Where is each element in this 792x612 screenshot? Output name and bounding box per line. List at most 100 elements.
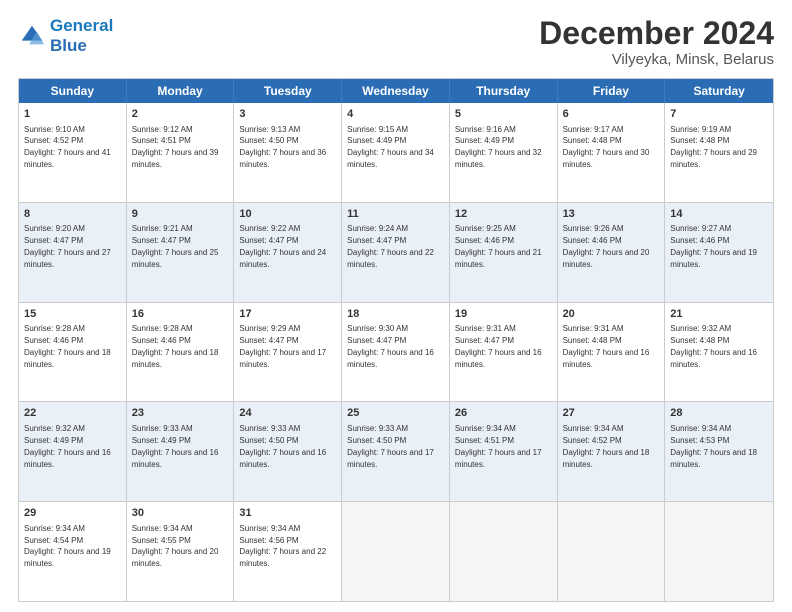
day-number: 12 bbox=[455, 207, 552, 222]
day-cell-3: 3Sunrise: 9:13 AMSunset: 4:50 PMDaylight… bbox=[234, 103, 342, 202]
day-cell-29: 29Sunrise: 9:34 AMSunset: 4:54 PMDayligh… bbox=[19, 502, 127, 601]
day-number: 27 bbox=[563, 406, 660, 421]
col-sunday: Sunday bbox=[19, 79, 127, 103]
day-info: Sunrise: 9:27 AMSunset: 4:46 PMDaylight:… bbox=[670, 224, 757, 269]
day-number: 25 bbox=[347, 406, 444, 421]
day-cell-6: 6 Sunrise: 9:17 AMSunset: 4:48 PMDaylight… bbox=[558, 103, 666, 202]
day-number: 6 bbox=[563, 107, 660, 122]
day-info: Sunrise: 9:32 AMSunset: 4:48 PMDaylight:… bbox=[670, 324, 757, 369]
day-number: 22 bbox=[24, 406, 121, 421]
day-cell-11: 11 Sunrise: 9:24 AMSunset: 4:47 PMDayligh… bbox=[342, 203, 450, 302]
col-friday: Friday bbox=[558, 79, 666, 103]
col-monday: Monday bbox=[127, 79, 235, 103]
day-number: 1 bbox=[24, 107, 121, 122]
day-number: 20 bbox=[563, 307, 660, 322]
day-info: Sunrise: 9:31 AMSunset: 4:47 PMDaylight:… bbox=[455, 324, 542, 369]
day-cell-14: 14 Sunrise: 9:27 AMSunset: 4:46 PMDayligh… bbox=[665, 203, 773, 302]
day-number: 19 bbox=[455, 307, 552, 322]
day-info: Sunrise: 9:34 AMSunset: 4:55 PMDaylight:… bbox=[132, 524, 219, 569]
day-info: Sunrise: 9:34 AMSunset: 4:52 PMDaylight:… bbox=[563, 424, 650, 469]
day-cell-2: 2 Sunrise: 9:12 AMSunset: 4:51 PMDaylight… bbox=[127, 103, 235, 202]
calendar-week-3: 15Sunrise: 9:28 AMSunset: 4:46 PMDayligh… bbox=[19, 303, 773, 403]
day-info: Sunrise: 9:30 AMSunset: 4:47 PMDaylight:… bbox=[347, 324, 434, 369]
day-number: 16 bbox=[132, 307, 229, 322]
col-wednesday: Wednesday bbox=[342, 79, 450, 103]
day-info: Sunrise: 9:20 AMSunset: 4:47 PMDaylight:… bbox=[24, 224, 111, 269]
day-number: 5 bbox=[455, 107, 552, 122]
calendar: Sunday Monday Tuesday Wednesday Thursday… bbox=[18, 78, 774, 602]
day-info: Sunrise: 9:24 AMSunset: 4:47 PMDaylight:… bbox=[347, 224, 434, 269]
day-number: 13 bbox=[563, 207, 660, 222]
page: General Blue December 2024 Vilyeyka, Min… bbox=[0, 0, 792, 612]
day-info: Sunrise: 9:22 AMSunset: 4:47 PMDaylight:… bbox=[239, 224, 326, 269]
day-info: Sunrise: 9:21 AMSunset: 4:47 PMDaylight:… bbox=[132, 224, 219, 269]
logo-icon bbox=[18, 22, 46, 50]
empty-cell bbox=[450, 502, 558, 601]
day-cell-8: 8 Sunrise: 9:20 AMSunset: 4:47 PMDaylight… bbox=[19, 203, 127, 302]
day-number: 2 bbox=[132, 107, 229, 122]
day-cell-12: 12 Sunrise: 9:25 AMSunset: 4:46 PMDayligh… bbox=[450, 203, 558, 302]
day-cell-10: 10 Sunrise: 9:22 AMSunset: 4:47 PMDayligh… bbox=[234, 203, 342, 302]
empty-cell bbox=[342, 502, 450, 601]
day-info: Sunrise: 9:31 AMSunset: 4:48 PMDaylight:… bbox=[563, 324, 650, 369]
day-number: 8 bbox=[24, 207, 121, 222]
day-info: Sunrise: 9:33 AMSunset: 4:50 PMDaylight:… bbox=[239, 424, 326, 469]
day-cell-13: 13Sunrise: 9:26 AMSunset: 4:46 PMDayligh… bbox=[558, 203, 666, 302]
day-number: 11 bbox=[347, 207, 444, 222]
day-info: Sunrise: 9:16 AMSunset: 4:49 PMDaylight:… bbox=[455, 125, 542, 170]
day-info: Sunrise: 9:32 AMSunset: 4:49 PMDaylight:… bbox=[24, 424, 111, 469]
day-number: 18 bbox=[347, 307, 444, 322]
day-number: 10 bbox=[239, 207, 336, 222]
day-info: Sunrise: 9:10 AMSunset: 4:52 PMDaylight:… bbox=[24, 125, 111, 170]
day-number: 3 bbox=[239, 107, 336, 122]
day-cell-17: 17Sunrise: 9:29 AMSunset: 4:47 PMDayligh… bbox=[234, 303, 342, 402]
day-number: 4 bbox=[347, 107, 444, 122]
day-cell-15: 15Sunrise: 9:28 AMSunset: 4:46 PMDayligh… bbox=[19, 303, 127, 402]
day-number: 23 bbox=[132, 406, 229, 421]
day-cell-1: 1 Sunrise: 9:10 AMSunset: 4:52 PMDaylight… bbox=[19, 103, 127, 202]
day-cell-4: 4 Sunrise: 9:15 AMSunset: 4:49 PMDaylight… bbox=[342, 103, 450, 202]
day-info: Sunrise: 9:34 AMSunset: 4:53 PMDaylight:… bbox=[670, 424, 757, 469]
day-info: Sunrise: 9:29 AMSunset: 4:47 PMDaylight:… bbox=[239, 324, 326, 369]
col-saturday: Saturday bbox=[665, 79, 773, 103]
day-cell-27: 27 Sunrise: 9:34 AMSunset: 4:52 PMDayligh… bbox=[558, 402, 666, 501]
day-info: Sunrise: 9:12 AMSunset: 4:51 PMDaylight:… bbox=[132, 125, 219, 170]
day-info: Sunrise: 9:15 AMSunset: 4:49 PMDaylight:… bbox=[347, 125, 434, 170]
day-cell-20: 20 Sunrise: 9:31 AMSunset: 4:48 PMDayligh… bbox=[558, 303, 666, 402]
day-cell-21: 21 Sunrise: 9:32 AMSunset: 4:48 PMDayligh… bbox=[665, 303, 773, 402]
calendar-body: 1 Sunrise: 9:10 AMSunset: 4:52 PMDaylight… bbox=[19, 103, 773, 601]
day-cell-31: 31 Sunrise: 9:34 AMSunset: 4:56 PMDayligh… bbox=[234, 502, 342, 601]
day-cell-18: 18 Sunrise: 9:30 AMSunset: 4:47 PMDayligh… bbox=[342, 303, 450, 402]
day-number: 26 bbox=[455, 406, 552, 421]
empty-cell bbox=[665, 502, 773, 601]
day-info: Sunrise: 9:28 AMSunset: 4:46 PMDaylight:… bbox=[24, 324, 111, 369]
day-cell-23: 23 Sunrise: 9:33 AMSunset: 4:49 PMDayligh… bbox=[127, 402, 235, 501]
day-number: 31 bbox=[239, 506, 336, 521]
calendar-header-row: Sunday Monday Tuesday Wednesday Thursday… bbox=[19, 79, 773, 103]
day-info: Sunrise: 9:19 AMSunset: 4:48 PMDaylight:… bbox=[670, 125, 757, 170]
day-cell-30: 30Sunrise: 9:34 AMSunset: 4:55 PMDayligh… bbox=[127, 502, 235, 601]
day-info: Sunrise: 9:33 AMSunset: 4:49 PMDaylight:… bbox=[132, 424, 219, 469]
day-number: 24 bbox=[239, 406, 336, 421]
calendar-subtitle: Vilyeyka, Minsk, Belarus bbox=[539, 51, 774, 68]
logo-line1: General bbox=[50, 16, 113, 35]
logo-line2: Blue bbox=[50, 36, 87, 55]
day-cell-25: 25 Sunrise: 9:33 AMSunset: 4:50 PMDayligh… bbox=[342, 402, 450, 501]
day-info: Sunrise: 9:33 AMSunset: 4:50 PMDaylight:… bbox=[347, 424, 434, 469]
empty-cell bbox=[558, 502, 666, 601]
day-number: 29 bbox=[24, 506, 121, 521]
day-info: Sunrise: 9:17 AMSunset: 4:48 PMDaylight:… bbox=[563, 125, 650, 170]
day-number: 21 bbox=[670, 307, 768, 322]
header: General Blue December 2024 Vilyeyka, Min… bbox=[18, 16, 774, 68]
day-cell-19: 19 Sunrise: 9:31 AMSunset: 4:47 PMDayligh… bbox=[450, 303, 558, 402]
day-cell-5: 5 Sunrise: 9:16 AMSunset: 4:49 PMDaylight… bbox=[450, 103, 558, 202]
logo-text: General Blue bbox=[50, 16, 113, 57]
calendar-week-1: 1 Sunrise: 9:10 AMSunset: 4:52 PMDaylight… bbox=[19, 103, 773, 203]
day-info: Sunrise: 9:34 AMSunset: 4:51 PMDaylight:… bbox=[455, 424, 542, 469]
calendar-week-2: 8 Sunrise: 9:20 AMSunset: 4:47 PMDaylight… bbox=[19, 203, 773, 303]
day-info: Sunrise: 9:34 AMSunset: 4:56 PMDaylight:… bbox=[239, 524, 326, 569]
day-info: Sunrise: 9:25 AMSunset: 4:46 PMDaylight:… bbox=[455, 224, 542, 269]
day-number: 14 bbox=[670, 207, 768, 222]
day-cell-7: 7Sunrise: 9:19 AMSunset: 4:48 PMDaylight… bbox=[665, 103, 773, 202]
calendar-week-5: 29Sunrise: 9:34 AMSunset: 4:54 PMDayligh… bbox=[19, 502, 773, 601]
